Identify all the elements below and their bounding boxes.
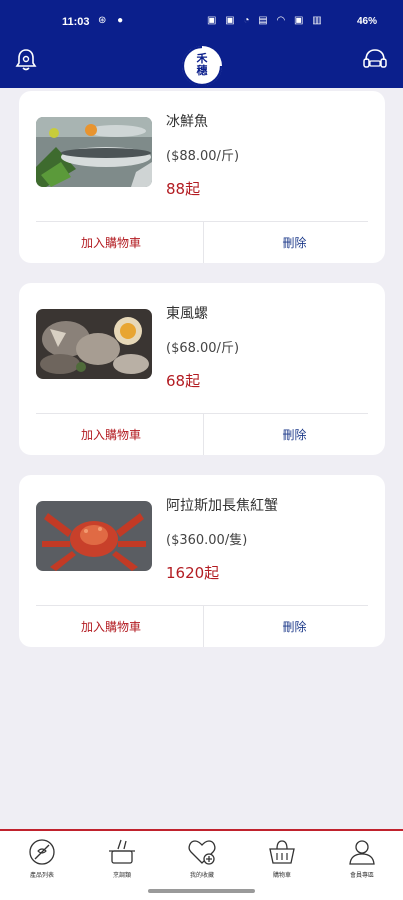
product-image-fish[interactable] bbox=[36, 117, 152, 187]
customer-service-icon[interactable] bbox=[362, 47, 388, 71]
battery-level: 46% bbox=[357, 16, 378, 27]
nav-member[interactable]: 會員專區 bbox=[322, 837, 402, 887]
cooking-icon bbox=[109, 839, 135, 864]
delete-button[interactable]: 刪除 bbox=[204, 222, 385, 263]
status-time: 11:03 bbox=[62, 16, 90, 28]
product-name: 阿拉斯加長焦紅蟹 bbox=[166, 498, 278, 514]
nav-label: 會員專區 bbox=[349, 872, 374, 879]
nav-cooking[interactable]: 烹調類 bbox=[82, 837, 162, 887]
status-bar: 11:03 ⊛ ● ▣ ▣ ◔ ▤ ◠ ▣ ▥ 46% bbox=[0, 0, 403, 44]
delete-button[interactable]: 刪除 bbox=[204, 414, 385, 455]
product-name: 東風螺 bbox=[166, 306, 208, 322]
app-header: 禾 穗 bbox=[0, 44, 403, 88]
favorite-item-card: 冰鮮魚 ($88.00/斤) 88起 加入購物車 刪除 bbox=[19, 91, 385, 263]
nav-label: 烹調類 bbox=[112, 872, 131, 879]
favorites-icon bbox=[188, 840, 216, 865]
notification-icons: ⊛ ● bbox=[98, 15, 128, 26]
product-unit-price: ($360.00/隻) bbox=[166, 533, 248, 548]
add-to-cart-button[interactable]: 加入購物車 bbox=[19, 222, 203, 263]
nav-cart[interactable]: 購物車 bbox=[242, 837, 322, 887]
nav-label: 產品列表 bbox=[29, 872, 54, 879]
cart-icon bbox=[269, 840, 295, 864]
brand-logo[interactable]: 禾 穗 bbox=[180, 44, 224, 88]
product-list-icon bbox=[29, 839, 55, 865]
product-name: 冰鮮魚 bbox=[166, 114, 208, 130]
home-indicator[interactable] bbox=[148, 889, 255, 893]
nav-label: 購物車 bbox=[272, 872, 291, 879]
product-image-snail[interactable] bbox=[36, 309, 152, 379]
product-unit-price: ($68.00/斤) bbox=[166, 341, 240, 356]
logo-text: 禾 穗 bbox=[196, 52, 208, 77]
nav-label: 我的收藏 bbox=[189, 872, 214, 879]
system-status-icons: ▣ ▣ ◔ ▤ ◠ ▣ ▥ bbox=[207, 15, 325, 26]
product-unit-price: ($88.00/斤) bbox=[166, 149, 240, 164]
nav-favorites[interactable]: 我的收藏 bbox=[162, 837, 242, 887]
product-image-crab[interactable] bbox=[36, 501, 152, 571]
favorite-item-card: 東風螺 ($68.00/斤) 68起 加入購物車 刪除 bbox=[19, 283, 385, 455]
delete-button[interactable]: 刪除 bbox=[204, 606, 385, 647]
nav-product-list[interactable]: 產品列表 bbox=[2, 837, 82, 887]
member-icon bbox=[349, 840, 375, 865]
product-min-price: 1620起 bbox=[166, 564, 220, 582]
add-to-cart-button[interactable]: 加入購物車 bbox=[19, 606, 203, 647]
product-min-price: 88起 bbox=[166, 180, 201, 198]
favorite-item-card: 阿拉斯加長焦紅蟹 ($360.00/隻) 1620起 加入購物車 刪除 bbox=[19, 475, 385, 647]
product-min-price: 68起 bbox=[166, 372, 201, 390]
bell-icon[interactable] bbox=[14, 47, 38, 73]
add-to-cart-button[interactable]: 加入購物車 bbox=[19, 414, 203, 455]
